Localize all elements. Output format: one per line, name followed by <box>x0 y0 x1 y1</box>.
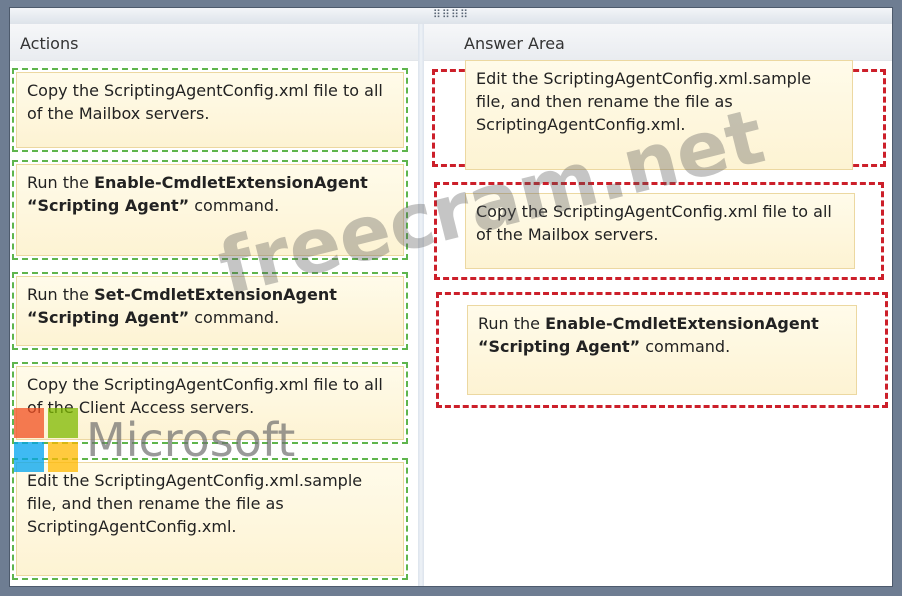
tile-text: Copy the ScriptingAgentConfig.xml file t… <box>476 202 832 244</box>
answer-tile-1[interactable]: Edit the ScriptingAgentConfig.xml.sample… <box>465 60 853 170</box>
action-slot-2: Run the Enable-CmdletExtensionAgent “Scr… <box>12 160 408 260</box>
tile-text: Edit the ScriptingAgentConfig.xml.sample… <box>476 69 812 134</box>
action-slot-5: Edit the ScriptingAgentConfig.xml.sample… <box>12 458 408 580</box>
logo-square-yellow <box>48 442 78 472</box>
tile-text: command. <box>640 337 731 356</box>
answer-area-title: Answer Area <box>424 24 892 61</box>
answer-tile-3[interactable]: Run the Enable-CmdletExtensionAgent “Scr… <box>467 305 857 395</box>
answer-slot-3[interactable]: Run the Enable-CmdletExtensionAgent “Scr… <box>436 292 888 408</box>
tile-text: command. <box>189 308 280 327</box>
actions-title: Actions <box>10 24 418 61</box>
tile-text: Edit the ScriptingAgentConfig.xml.sample… <box>27 471 363 536</box>
answer-slot-1[interactable]: Edit the ScriptingAgentConfig.xml.sample… <box>432 60 886 170</box>
action-slot-1: Copy the ScriptingAgentConfig.xml file t… <box>12 68 408 152</box>
action-tile-1[interactable]: Copy the ScriptingAgentConfig.xml file t… <box>16 72 404 148</box>
drag-drop-window: ⠿⠿⠿⠿ Actions Copy the ScriptingAgentConf… <box>10 8 892 586</box>
tile-text: command. <box>189 196 280 215</box>
answer-tile-2[interactable]: Copy the ScriptingAgentConfig.xml file t… <box>465 193 855 269</box>
tile-text: Copy the ScriptingAgentConfig.xml file t… <box>27 81 383 123</box>
action-tile-2[interactable]: Run the Enable-CmdletExtensionAgent “Scr… <box>16 164 404 256</box>
tile-text: Run the <box>478 314 546 333</box>
logo-square-blue <box>14 442 44 472</box>
microsoft-logo-icon <box>14 408 78 472</box>
tile-text: Run the <box>27 285 95 304</box>
logo-square-green <box>48 408 78 438</box>
tile-text: Copy the ScriptingAgentConfig.xml file t… <box>27 375 383 417</box>
tile-text: Run the <box>27 173 95 192</box>
logo-square-red <box>14 408 44 438</box>
actions-panel: Actions Copy the ScriptingAgentConfig.xm… <box>10 24 418 586</box>
answer-slot-2[interactable]: Copy the ScriptingAgentConfig.xml file t… <box>434 182 884 280</box>
action-tile-5[interactable]: Edit the ScriptingAgentConfig.xml.sample… <box>16 462 404 576</box>
action-tile-3[interactable]: Run the Set-CmdletExtensionAgent “Script… <box>16 276 404 346</box>
resize-grip[interactable]: ⠿⠿⠿⠿ <box>10 8 892 25</box>
answer-area-panel: Answer Area Edit the ScriptingAgentConfi… <box>424 24 892 586</box>
action-slot-3: Run the Set-CmdletExtensionAgent “Script… <box>12 272 408 350</box>
